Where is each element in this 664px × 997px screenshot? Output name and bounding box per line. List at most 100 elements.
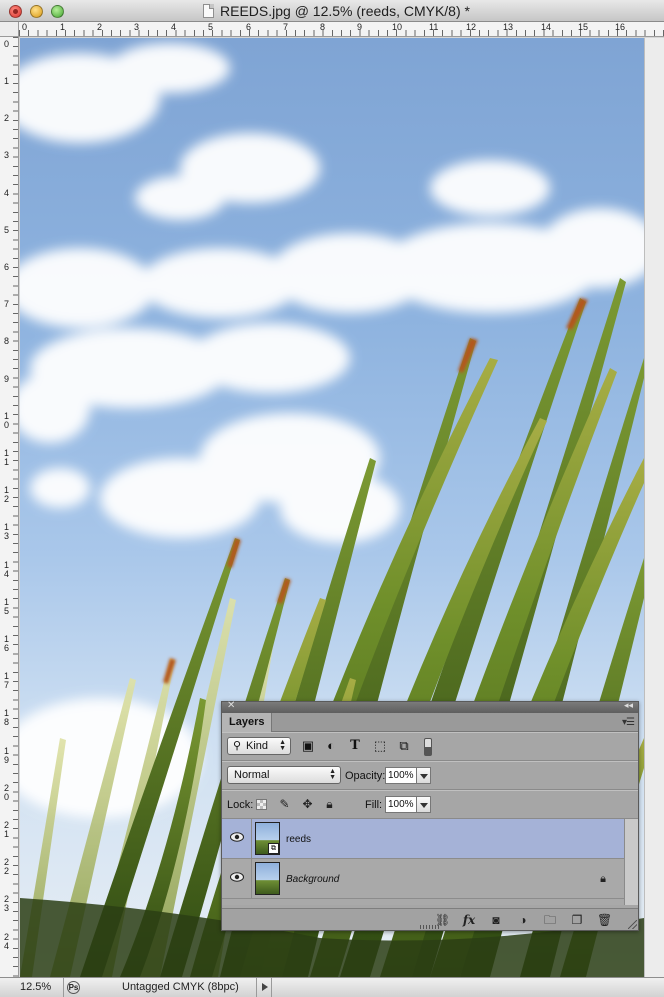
ruler-number: 12 bbox=[466, 22, 477, 32]
canvas-scrollbar[interactable] bbox=[644, 38, 664, 977]
layers-list: ⧉ reeds Background 🔒︎ bbox=[222, 819, 638, 905]
layer-thumbnail bbox=[255, 862, 280, 895]
ruler-number: 3 bbox=[134, 22, 140, 32]
ruler-number: 4 bbox=[4, 188, 10, 198]
zoom-window-button[interactable] bbox=[51, 5, 64, 18]
ruler-origin[interactable] bbox=[0, 22, 19, 37]
search-icon: ⚲ bbox=[233, 740, 242, 752]
ruler-number: 1 bbox=[4, 76, 10, 86]
title-bar: REEDS.jpg @ 12.5% (reeds, CMYK/8) * bbox=[0, 0, 664, 22]
ruler-number: 1 2 bbox=[4, 485, 10, 504]
blend-row: Normal ▲ ▼ Opacity: 100% bbox=[222, 761, 638, 790]
resize-corner[interactable] bbox=[628, 920, 637, 929]
visibility-divider bbox=[251, 859, 252, 899]
opacity-label: Opacity: bbox=[345, 770, 386, 782]
pixel-filter-icon[interactable]: ▣ bbox=[301, 739, 315, 753]
ruler-number: 2 2 bbox=[4, 857, 10, 876]
ruler-number: 1 9 bbox=[4, 746, 10, 765]
ruler-number: 2 0 bbox=[4, 783, 10, 802]
ruler-number: 6 bbox=[4, 262, 10, 272]
ruler-number: 1 1 bbox=[4, 448, 10, 467]
layer-row-reeds[interactable]: ⧉ reeds bbox=[222, 819, 624, 859]
ruler-number: 16 bbox=[615, 22, 626, 32]
smart-object-filter-icon[interactable]: ⧉ bbox=[397, 739, 411, 753]
fill-input[interactable]: 100% bbox=[385, 796, 417, 813]
tab-layers[interactable]: Layers bbox=[222, 713, 273, 732]
ruler-number: 4 bbox=[171, 22, 177, 32]
ruler-number: 1 0 bbox=[4, 411, 10, 430]
filter-kind-select[interactable]: ⚲ Kind ▲ ▼ bbox=[227, 737, 291, 755]
layers-scrollbar[interactable] bbox=[624, 819, 638, 905]
fill-label: Fill: bbox=[365, 799, 383, 811]
filter-toggle-switch[interactable] bbox=[424, 738, 432, 756]
ruler-number: 0 bbox=[22, 22, 28, 32]
blend-mode-select[interactable]: Normal ▲ ▼ bbox=[227, 766, 341, 784]
zoom-level-field[interactable]: 12.5% bbox=[0, 978, 64, 997]
status-bar: 12.5% Ps Untagged CMYK (8bpc) bbox=[0, 977, 664, 997]
filter-kind-value: Kind bbox=[246, 740, 269, 752]
add-mask-icon[interactable]: ◙ bbox=[489, 913, 503, 927]
new-group-icon[interactable]: 🗀︎ bbox=[543, 913, 557, 927]
opacity-input[interactable]: 100% bbox=[385, 767, 417, 784]
status-menu-button[interactable] bbox=[256, 978, 272, 997]
ruler-number: 1 6 bbox=[4, 634, 10, 653]
lock-transparent-icon[interactable] bbox=[256, 799, 267, 810]
panel-tab-bar: Layers ▾☰ bbox=[222, 713, 638, 732]
ruler-number: 0 bbox=[4, 39, 10, 49]
ruler-number: 1 7 bbox=[4, 671, 10, 690]
ruler-number: 2 3 bbox=[4, 894, 10, 913]
opacity-dropdown-button[interactable] bbox=[417, 767, 431, 784]
document-icon bbox=[203, 4, 214, 18]
ruler-ticks bbox=[19, 30, 664, 36]
lock-label: Lock: bbox=[227, 799, 254, 811]
ruler-number: 1 4 bbox=[4, 560, 10, 579]
trash-icon[interactable]: 🗑︎ bbox=[597, 913, 612, 927]
lock-row: Lock: ✎ ✥ 🔒︎ Fill: 100% bbox=[222, 790, 638, 819]
panel-resize-grip[interactable] bbox=[420, 925, 440, 929]
ruler-number: 14 bbox=[541, 22, 552, 32]
adjustment-filter-icon[interactable]: ◐ bbox=[324, 739, 338, 753]
visibility-divider bbox=[251, 819, 252, 859]
ruler-number: 8 bbox=[320, 22, 326, 32]
panel-menu-icon[interactable]: ▾☰ bbox=[622, 717, 635, 728]
adjustment-layer-icon[interactable]: ◑ bbox=[516, 913, 530, 927]
close-icon[interactable]: ✕ bbox=[227, 700, 235, 711]
panel-drag-bar[interactable]: ✕ ◂◂ bbox=[222, 700, 638, 713]
layer-row-background[interactable]: Background 🔒︎ bbox=[222, 859, 624, 899]
lock-position-icon[interactable]: ✥ bbox=[301, 798, 314, 811]
ruler-number: 15 bbox=[578, 22, 589, 32]
layer-name[interactable]: reeds bbox=[286, 834, 311, 845]
ruler-number: 1 8 bbox=[4, 708, 10, 727]
eye-icon[interactable] bbox=[230, 832, 244, 842]
ruler-number: 7 bbox=[4, 299, 10, 309]
ruler-number: 10 bbox=[392, 22, 403, 32]
ruler-number: 2 bbox=[4, 113, 10, 123]
ruler-number: 3 bbox=[4, 150, 10, 160]
layer-filter-row: ⚲ Kind ▲ ▼ ▣ ◐ T ⬚ ⧉ bbox=[222, 732, 638, 761]
collapse-icon[interactable]: ◂◂ bbox=[624, 700, 633, 711]
layer-name[interactable]: Background bbox=[286, 874, 339, 885]
shape-filter-icon[interactable]: ⬚ bbox=[373, 739, 387, 753]
layers-panel: ✕ ◂◂ Layers ▾☰ ⚲ Kind ▲ ▼ ▣ ◐ T ⬚ ⧉ Norma… bbox=[221, 700, 639, 931]
vertical-ruler[interactable]: 0 1 2 3 4 5 6 7 8 9 1 0 1 1 1 2 1 3 1 4 … bbox=[0, 37, 19, 977]
close-window-button[interactable] bbox=[9, 5, 22, 18]
ruler-number: 11 bbox=[429, 22, 439, 32]
lock-all-icon[interactable]: 🔒︎ bbox=[323, 798, 336, 811]
eye-icon[interactable] bbox=[230, 872, 244, 882]
lock-pixels-icon[interactable]: ✎ bbox=[278, 798, 291, 811]
status-info-icon[interactable]: Ps bbox=[67, 981, 80, 994]
ruler-number: 2 1 bbox=[4, 820, 10, 839]
horizontal-ruler[interactable]: 0 1 2 3 4 5 6 7 8 9 10 11 12 13 14 15 16 bbox=[0, 22, 664, 37]
ruler-number: 5 bbox=[4, 225, 10, 235]
chevron-updown-icon: ▲ ▼ bbox=[279, 739, 286, 752]
minimize-window-button[interactable] bbox=[30, 5, 43, 18]
fill-dropdown-button[interactable] bbox=[417, 796, 431, 813]
ruler-number: 2 4 bbox=[4, 932, 10, 951]
ruler-number: 9 bbox=[357, 22, 363, 32]
ruler-number: 9 bbox=[4, 374, 10, 384]
lock-icon: 🔒︎ bbox=[600, 873, 606, 885]
type-filter-icon[interactable]: T bbox=[348, 739, 362, 753]
new-layer-icon[interactable]: ❐ bbox=[570, 913, 584, 927]
ruler-number: 13 bbox=[503, 22, 514, 32]
fx-icon[interactable]: fx bbox=[462, 913, 476, 927]
